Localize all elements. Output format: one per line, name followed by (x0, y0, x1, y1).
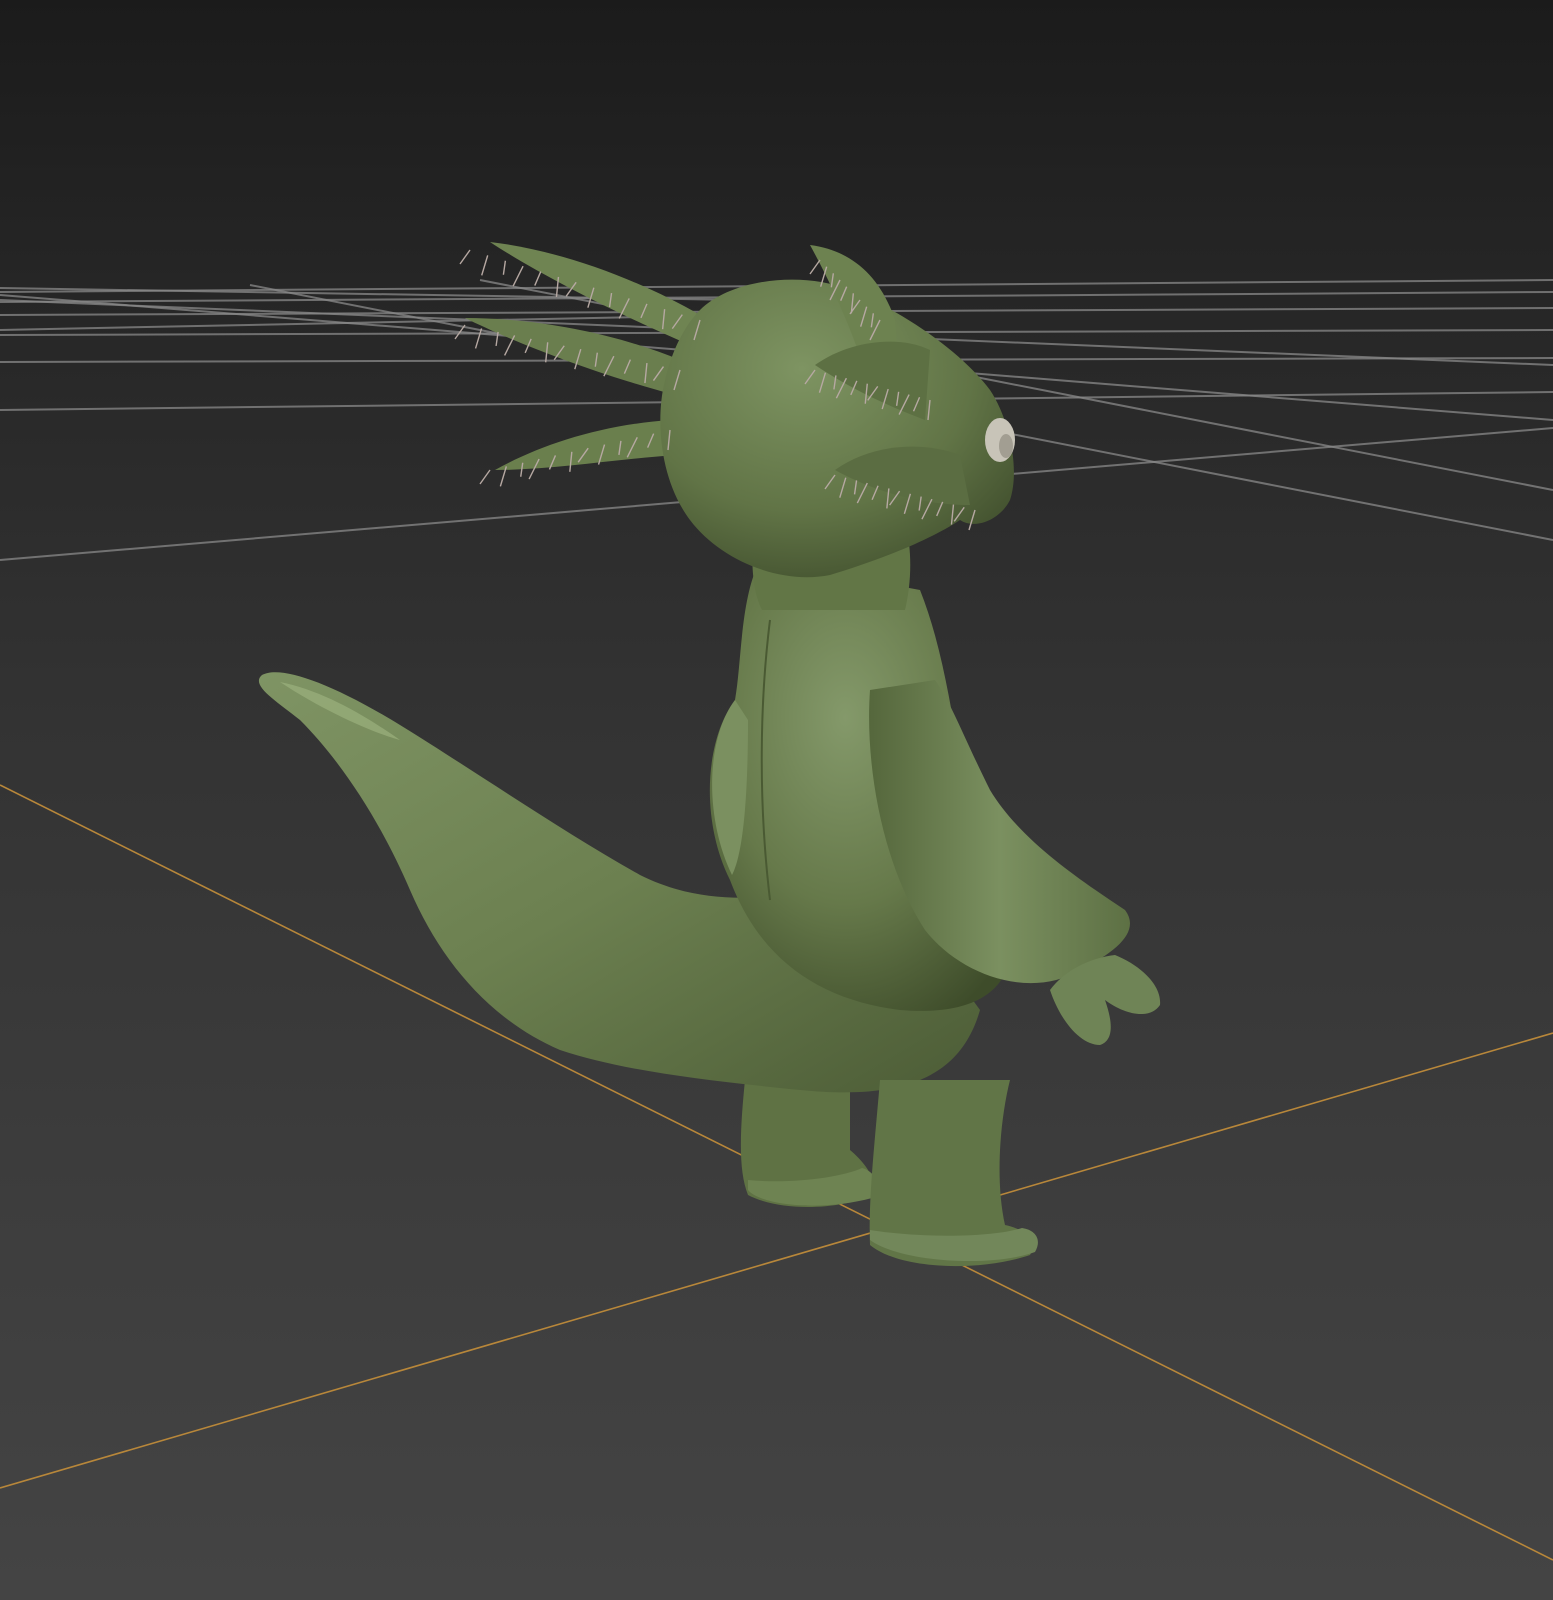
hair-strand (479, 469, 491, 485)
hair-strand (474, 328, 483, 349)
hair-strand (809, 259, 821, 275)
hair-strand (512, 265, 524, 287)
hair-strand (481, 255, 489, 276)
head-spike-middle (465, 318, 680, 395)
eye-shading (999, 434, 1013, 458)
character-head (660, 279, 1014, 578)
3d-viewport[interactable] (0, 0, 1553, 1600)
head-spike-bottom (495, 420, 675, 470)
viewport-scene[interactable] (0, 0, 1553, 1600)
hair-strand (534, 271, 542, 286)
hair-strand (503, 335, 516, 356)
hair-strand (502, 260, 507, 275)
character-model[interactable] (258, 242, 1161, 1267)
hair-strand (459, 249, 471, 265)
